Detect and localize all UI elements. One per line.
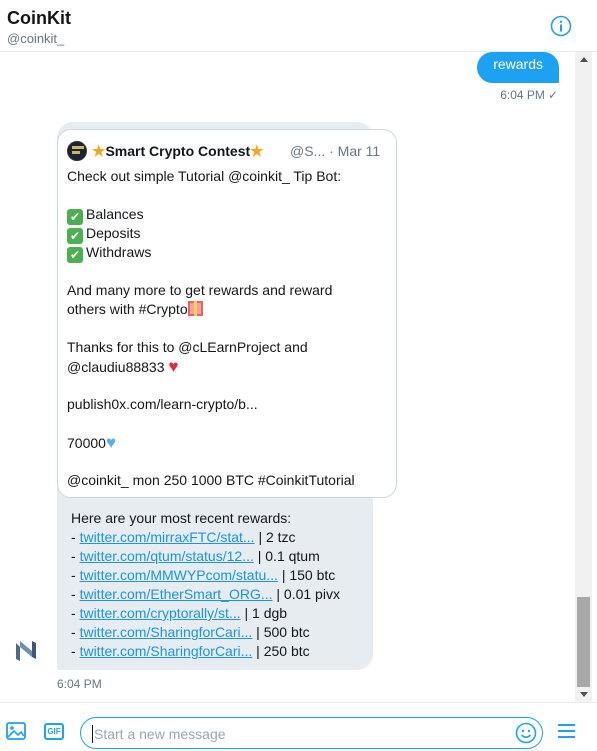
media-icon[interactable]: [6, 722, 26, 740]
reward-amount: | 0.01 pivx: [272, 586, 340, 602]
conversation-header: CoinKit @coinkit_: [0, 0, 597, 52]
reward-item: - twitter.com/qtum/status/12... | 0.1 qt…: [71, 548, 320, 564]
check-icon: ✓: [547, 88, 558, 102]
tweet-line: @coinkit_ mon 250 1000 BTC #CoinkitTutor…: [67, 472, 355, 488]
gif-icon[interactable]: GIF: [44, 723, 64, 740]
reward-amount: | 2 tzc: [254, 529, 296, 545]
scroll-down-arrow-icon[interactable]: [580, 692, 588, 697]
reward-link[interactable]: twitter.com/mirraxFTC/stat...: [80, 529, 255, 545]
reward-amount: | 0.1 qtum: [253, 548, 320, 564]
check-mark-icon: ✔: [67, 228, 83, 244]
check-mark-icon: ✔: [67, 209, 83, 225]
reward-amount: | 150 btc: [277, 567, 336, 583]
tweet-author-avatar: [67, 141, 87, 161]
tweet-line: Check out simple Tutorial @coinkit_ Tip …: [67, 168, 342, 184]
conversation-title[interactable]: CoinKit: [7, 8, 71, 29]
reward-amount: | 250 btc: [252, 643, 310, 659]
text-caret: [92, 725, 93, 743]
reward-link[interactable]: twitter.com/SharingforCari...: [80, 624, 253, 640]
blue-heart-icon: ♥: [105, 433, 117, 452]
bot-avatar[interactable]: [12, 637, 40, 665]
reward-link[interactable]: twitter.com/MMWYPcom/statu...: [80, 567, 278, 583]
message-composer: GIF Start a new message: [0, 702, 597, 751]
sent-message-time: 6:04 PM ✓: [500, 88, 558, 102]
message-input-placeholder: Start a new message: [94, 726, 226, 742]
received-message-time: 6:04 PM: [57, 677, 102, 691]
reward-link[interactable]: twitter.com/SharingforCari...: [80, 643, 253, 659]
sent-time-text: 6:04 PM: [500, 88, 545, 102]
tweet-line: Deposits: [86, 225, 141, 241]
tweet-line: Balances: [86, 206, 144, 222]
gift-icon: [187, 301, 203, 316]
reward-link[interactable]: twitter.com/cryptorally/st...: [80, 605, 241, 621]
star-icon: ★: [250, 143, 264, 160]
scrollbar-thumb[interactable]: [577, 597, 590, 687]
star-icon: ★: [92, 143, 106, 160]
rewards-heading: Here are your most recent rewards:: [71, 510, 292, 526]
scroll-up-arrow-icon[interactable]: [580, 57, 588, 62]
tweet-link: publish0x.com/learn-crypto/b...: [67, 396, 258, 412]
tweet-line: 70000: [67, 435, 106, 451]
conversation-handle[interactable]: @coinkit_: [7, 31, 64, 46]
quoted-tweet-card[interactable]: ★Smart Crypto Contest★ @S... · Mar 11 Ch…: [57, 129, 397, 498]
tweet-line: others with #Crypto: [67, 301, 188, 317]
emoji-icon[interactable]: [515, 722, 537, 744]
reward-link[interactable]: twitter.com/qtum/status/12...: [80, 548, 254, 564]
message-input[interactable]: Start a new message: [80, 717, 543, 749]
tweet-text: Check out simple Tutorial @coinkit_ Tip …: [67, 167, 387, 490]
reward-amount: | 500 btc: [252, 624, 310, 640]
message-thread[interactable]: rewards 6:04 PM ✓ ★Smart Crypto Contest★ …: [0, 52, 575, 702]
tweet-line: Thanks for this to @cLEarnProject and: [67, 339, 308, 355]
reward-item: - twitter.com/EtherSmart_ORG... | 0.01 p…: [71, 586, 340, 602]
tweet-author-name: ★Smart Crypto Contest★: [92, 142, 264, 160]
heart-icon: ♥: [168, 357, 179, 376]
rewards-message: Here are your most recent rewards: - twi…: [71, 509, 340, 661]
sent-message-bubble[interactable]: rewards: [477, 52, 559, 83]
reward-item: - twitter.com/SharingforCari... | 500 bt…: [71, 624, 310, 640]
reward-link[interactable]: twitter.com/EtherSmart_ORG...: [80, 586, 273, 602]
reward-item: - twitter.com/mirraxFTC/stat... | 2 tzc: [71, 529, 296, 545]
tweet-line: @claudiu88833: [67, 359, 165, 375]
info-icon[interactable]: [550, 15, 572, 37]
tweet-line: And many more to get rewards and reward: [67, 282, 333, 298]
reward-amount: | 1 dgb: [240, 605, 288, 621]
tweet-header: ★Smart Crypto Contest★ @S... · Mar 11: [67, 140, 392, 162]
reward-item: - twitter.com/MMWYPcom/statu... | 150 bt…: [71, 567, 336, 583]
reward-item: - twitter.com/SharingforCari... | 250 bt…: [71, 643, 310, 659]
tweet-author-name-text: Smart Crypto Contest: [105, 143, 251, 159]
thread-scrollbar[interactable]: [575, 52, 592, 702]
tweet-handle-date: @S... · Mar 11: [290, 143, 381, 159]
menu-icon[interactable]: [558, 724, 575, 740]
tweet-line: Withdraws: [86, 244, 152, 260]
reward-item: - twitter.com/cryptorally/st... | 1 dgb: [71, 605, 288, 621]
check-mark-icon: ✔: [67, 247, 83, 263]
